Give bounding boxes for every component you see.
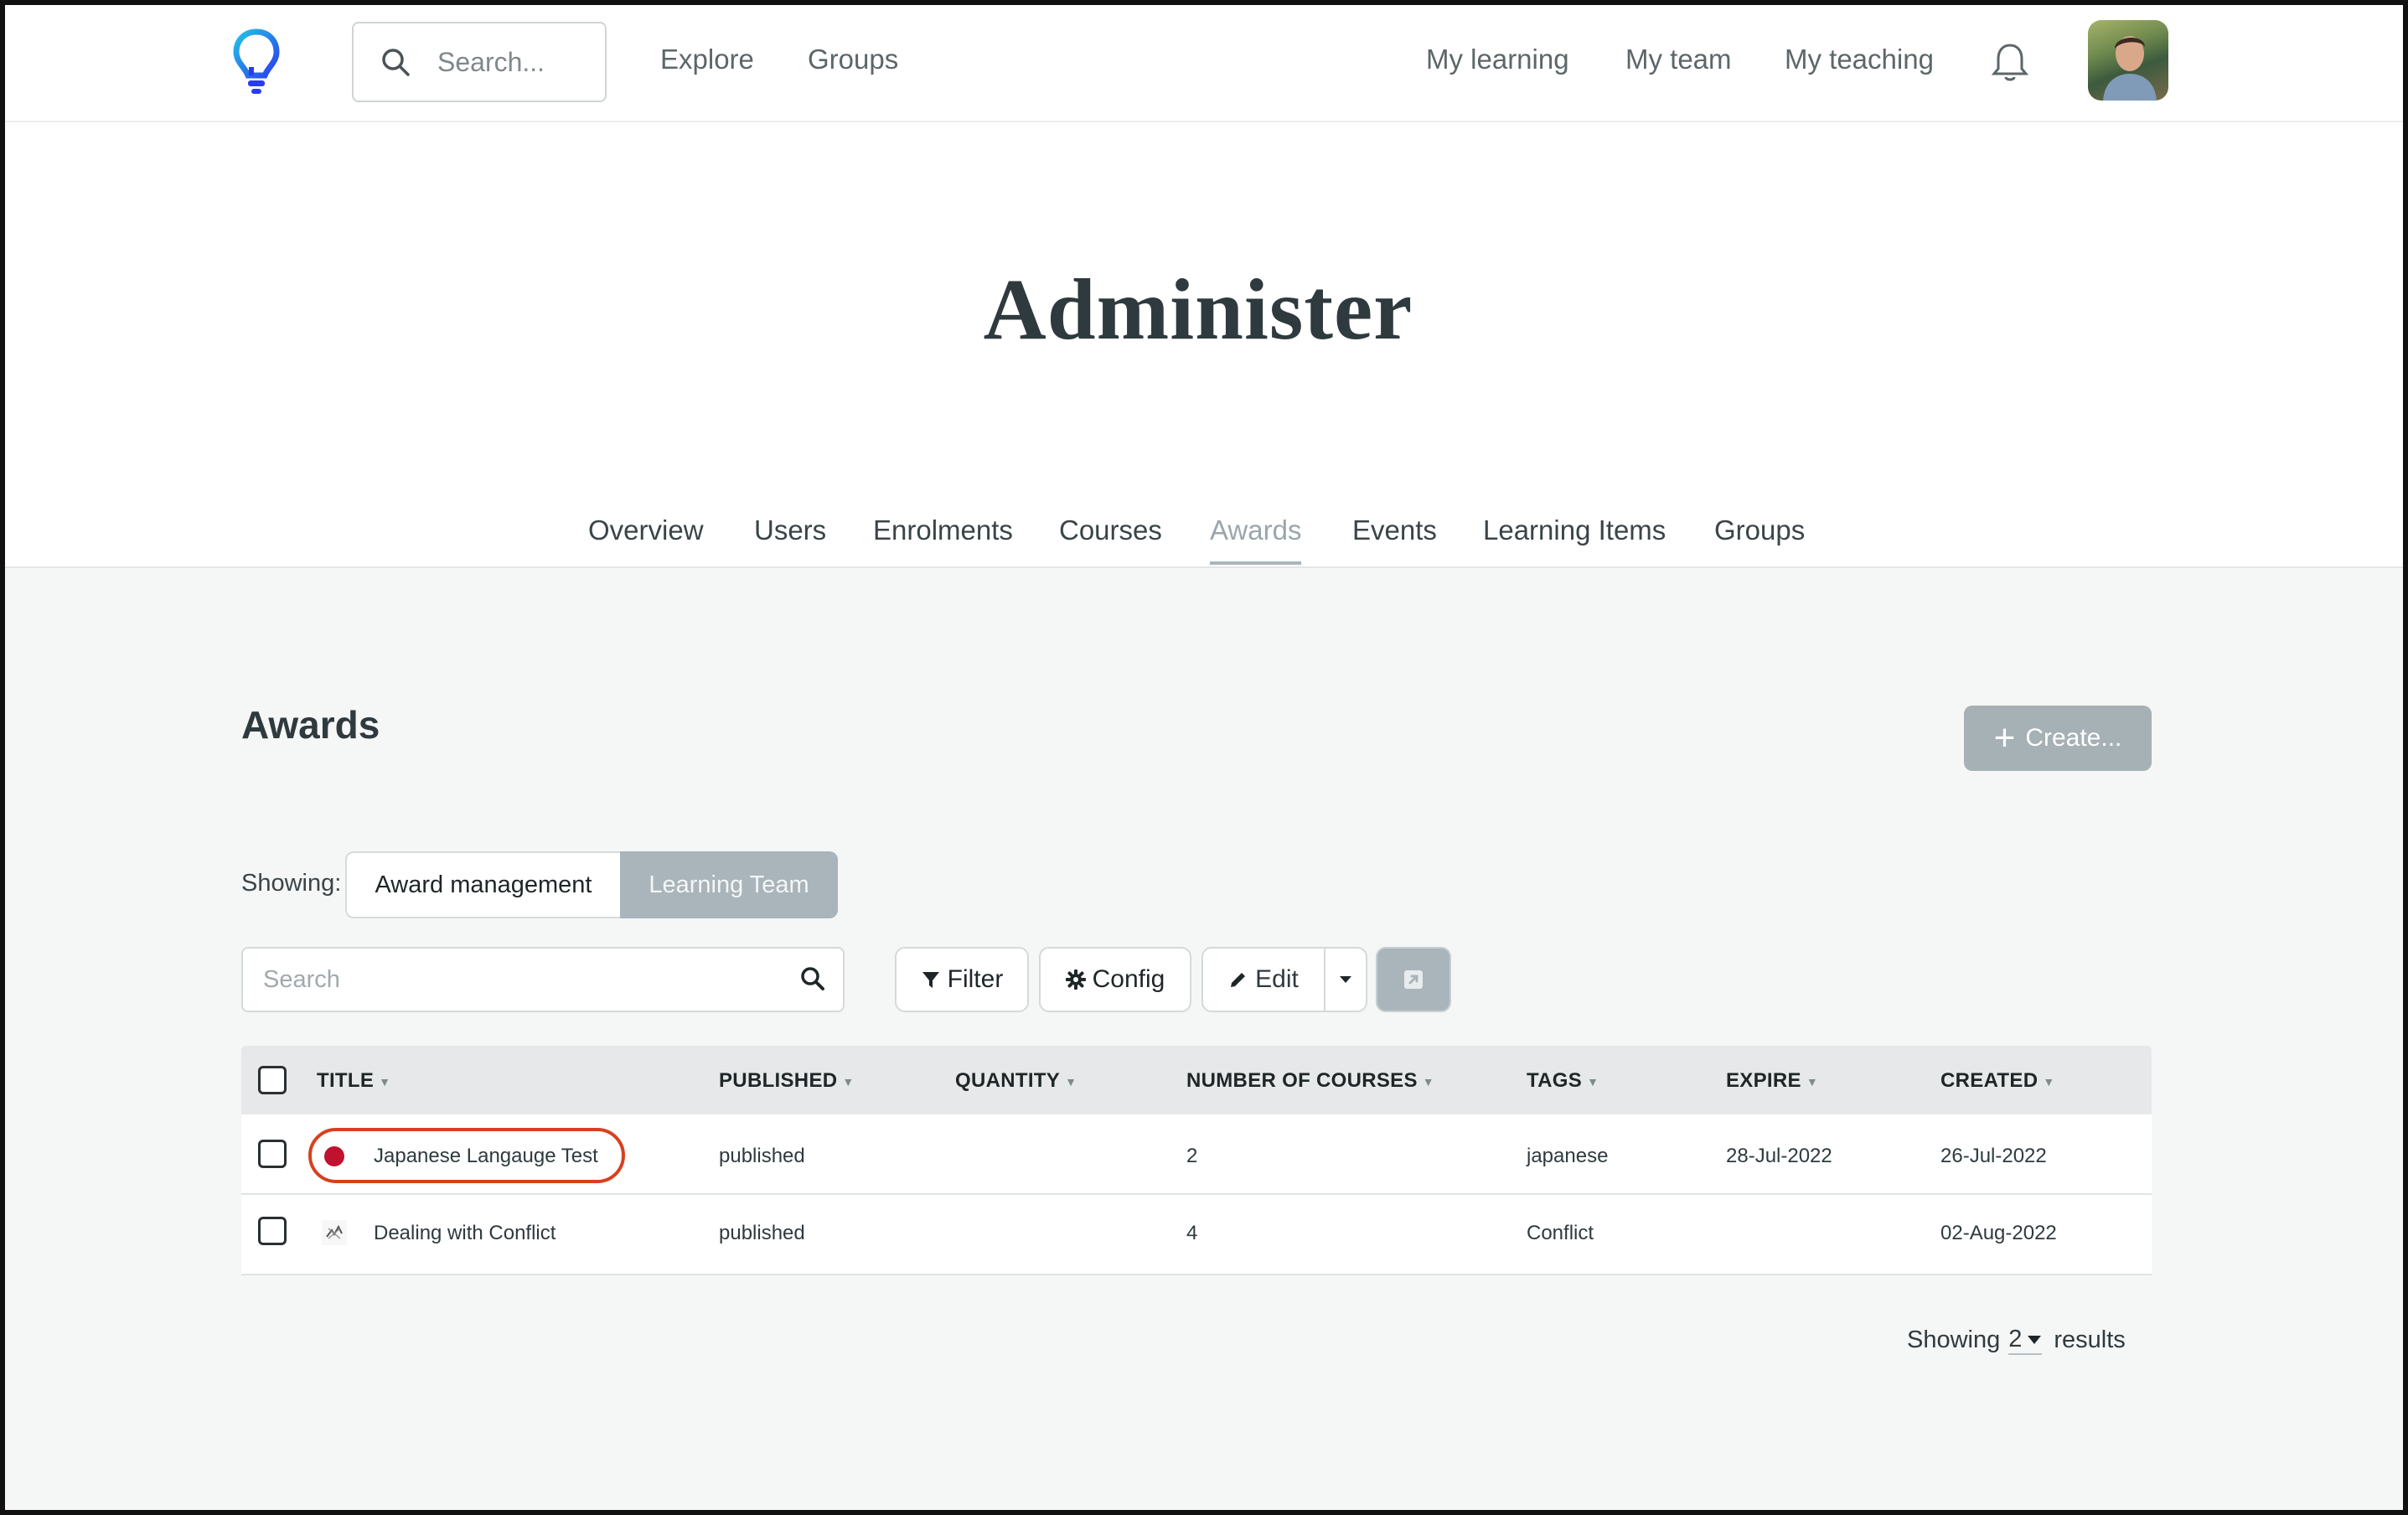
nav-explore[interactable]: Explore xyxy=(660,44,754,75)
award-title[interactable]: Dealing with Conflict xyxy=(374,1222,555,1245)
award-title[interactable]: Japanese Langauge Test xyxy=(374,1145,598,1168)
user-avatar[interactable] xyxy=(2088,20,2168,101)
page-title: Administer xyxy=(983,261,1413,358)
segment-learning-team[interactable]: Learning Team xyxy=(620,851,838,918)
nav-groups[interactable]: Groups xyxy=(808,44,898,75)
award-created: 26-Jul-2022 xyxy=(1940,1145,2047,1167)
sort-caret-icon: ▼ xyxy=(1422,1074,1434,1088)
search-icon xyxy=(382,49,410,76)
results-suffix: results xyxy=(2054,1326,2126,1353)
nav-my-teaching[interactable]: My teaching xyxy=(1785,44,1934,75)
edit-dropdown-toggle[interactable] xyxy=(1325,949,1366,1011)
award-published: published xyxy=(719,1222,805,1244)
column-expire[interactable]: EXPIRE ▼ xyxy=(1726,1069,1818,1093)
table-row[interactable]: Dealing with Conflict published 4 Confli… xyxy=(241,1195,2152,1275)
tab-courses[interactable]: Courses xyxy=(1059,514,1162,561)
tab-enrolments[interactable]: Enrolments xyxy=(873,514,1013,561)
filter-icon xyxy=(922,972,939,988)
export-button[interactable] xyxy=(1376,947,1451,1012)
column-title[interactable]: TITLE ▼ xyxy=(317,1069,390,1093)
external-link-icon xyxy=(1404,970,1423,989)
column-created[interactable]: CREATED ▼ xyxy=(1940,1069,2055,1093)
select-all-checkbox[interactable] xyxy=(258,1066,287,1094)
award-tags: japanese xyxy=(1527,1145,1609,1167)
config-button[interactable]: Config xyxy=(1039,947,1191,1012)
sort-caret-icon: ▼ xyxy=(1587,1074,1599,1088)
avatar-portrait xyxy=(2103,36,2157,101)
sort-caret-icon: ▼ xyxy=(1065,1074,1077,1088)
sort-caret-icon: ▼ xyxy=(1806,1074,1819,1088)
results-prefix: Showing xyxy=(1907,1326,2001,1353)
table-row[interactable]: Japanese Langauge Test published 2 japan… xyxy=(241,1114,2152,1195)
award-published: published xyxy=(719,1145,805,1167)
global-search-input[interactable] xyxy=(437,46,588,78)
column-tags[interactable]: TAGS ▼ xyxy=(1527,1069,1599,1093)
section-title: Awards xyxy=(241,703,380,747)
admin-tabs: Overview Users Enrolments Courses Awards… xyxy=(0,508,2408,568)
caret-down-icon xyxy=(1340,976,1351,983)
award-courses: 4 xyxy=(1186,1222,1198,1244)
edit-label: Edit xyxy=(1255,965,1299,993)
table-search-input[interactable] xyxy=(263,965,766,994)
bell-icon[interactable] xyxy=(1991,42,2029,84)
create-label: Create... xyxy=(2025,724,2122,752)
row-checkbox[interactable] xyxy=(258,1217,287,1245)
plus-icon: + xyxy=(1993,717,2016,758)
pencil-icon xyxy=(1231,973,1246,987)
table-search[interactable] xyxy=(241,947,845,1012)
edit-button-group: Edit xyxy=(1201,947,1367,1012)
create-button[interactable]: + Create... xyxy=(1964,706,2152,771)
sort-caret-icon: ▼ xyxy=(2043,1074,2055,1088)
global-search[interactable] xyxy=(352,22,607,102)
top-navigation: Explore Groups My learning My team My te… xyxy=(0,0,2408,122)
red-circle-badge-icon xyxy=(322,1143,347,1168)
config-label: Config xyxy=(1092,965,1165,993)
nav-my-team[interactable]: My team xyxy=(1625,44,1732,75)
tab-groups[interactable]: Groups xyxy=(1714,514,1805,561)
search-icon[interactable] xyxy=(799,965,826,992)
column-published[interactable]: PUBLISHED ▼ xyxy=(719,1069,855,1093)
tab-learning-items[interactable]: Learning Items xyxy=(1483,514,1666,561)
tab-users[interactable]: Users xyxy=(754,514,826,561)
edit-button[interactable]: Edit xyxy=(1203,949,1325,1011)
row-checkbox[interactable] xyxy=(258,1140,287,1168)
filter-button[interactable]: Filter xyxy=(895,947,1029,1012)
page-size-value: 2 xyxy=(2008,1326,2023,1352)
tab-awards[interactable]: Awards xyxy=(1210,514,1302,565)
results-summary: Showing 2 results xyxy=(1907,1326,2126,1355)
sort-caret-icon: ▼ xyxy=(842,1074,855,1088)
filter-label: Filter xyxy=(947,965,1004,993)
table-header: TITLE ▼ PUBLISHED ▼ QUANTITY ▼ NUMBER OF CO… xyxy=(241,1046,2152,1114)
award-created: 02-Aug-2022 xyxy=(1940,1222,2057,1244)
tab-events[interactable]: Events xyxy=(1352,514,1437,561)
tab-overview[interactable]: Overview xyxy=(588,514,704,561)
showing-label: Showing: xyxy=(241,870,342,897)
column-quantity[interactable]: QUANTITY ▼ xyxy=(955,1069,1077,1093)
nav-my-learning[interactable]: My learning xyxy=(1426,44,1569,75)
awards-table: TITLE ▼ PUBLISHED ▼ QUANTITY ▼ NUMBER OF CO… xyxy=(241,1046,2152,1275)
caret-down-icon xyxy=(2028,1335,2042,1344)
sort-caret-icon: ▼ xyxy=(379,1074,391,1088)
award-courses: 2 xyxy=(1186,1145,1198,1167)
column-number-of-courses[interactable]: NUMBER OF COURSES ▼ xyxy=(1186,1069,1434,1093)
award-expire: 28-Jul-2022 xyxy=(1726,1145,1832,1167)
page-size-select[interactable]: 2 xyxy=(2008,1326,2043,1355)
award-tags: Conflict xyxy=(1527,1222,1594,1244)
segment-award-management[interactable]: Award management xyxy=(345,851,622,918)
conflict-badge-icon xyxy=(322,1220,347,1245)
lightbulb-logo[interactable] xyxy=(231,28,282,96)
gear-icon xyxy=(1065,969,1086,990)
